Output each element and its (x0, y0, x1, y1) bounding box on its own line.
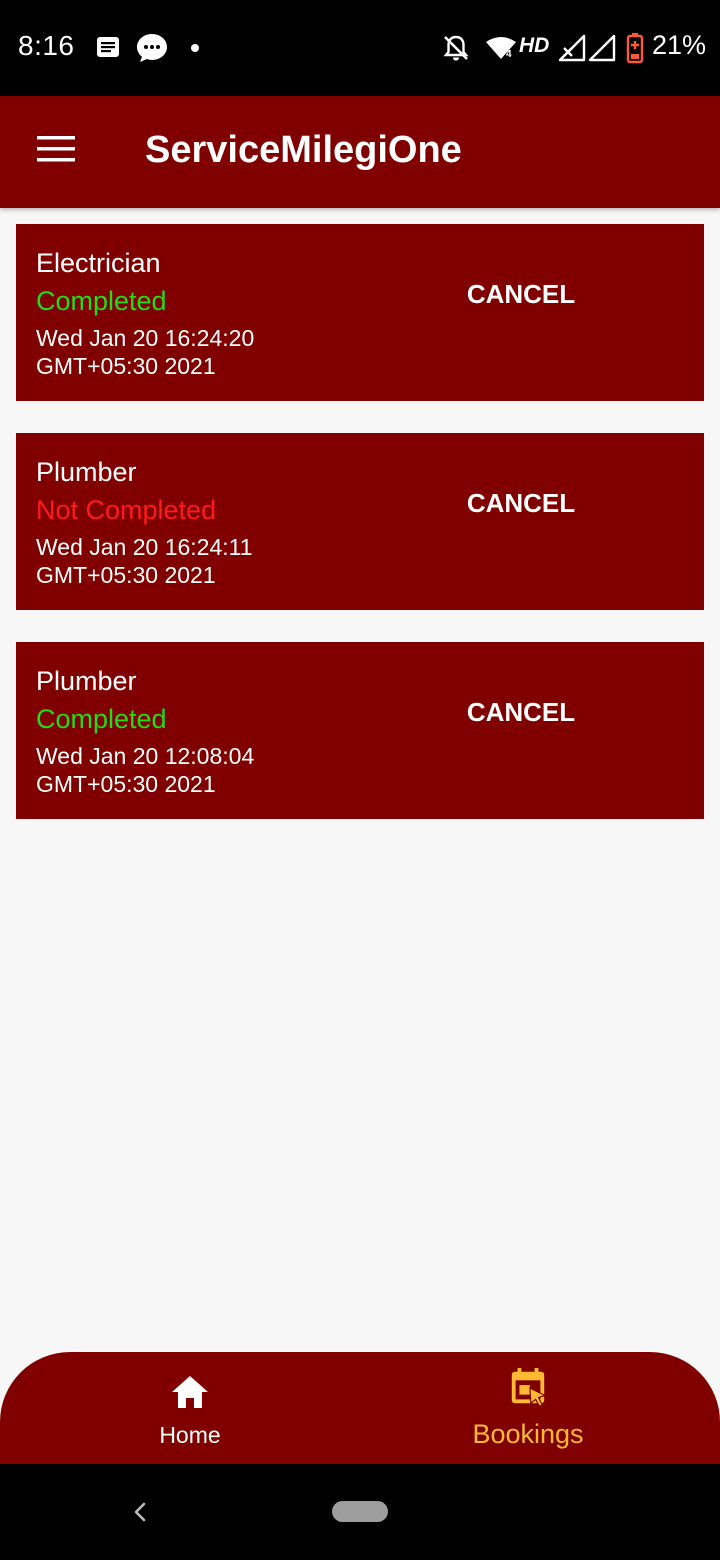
network-type-label: HD (519, 34, 550, 57)
chat-icon (137, 34, 167, 62)
app-bar: ServiceMilegiOne (0, 96, 720, 208)
status-bar: 8:16 4 HD 21% (0, 0, 720, 96)
hamburger-menu-icon[interactable] (36, 134, 76, 164)
booking-service: Plumber (36, 666, 137, 696)
booking-date-line: GMT+05:30 2021 (36, 353, 216, 379)
booking-status: Not Completed (36, 495, 217, 525)
nav-item-home[interactable]: Home (70, 1352, 310, 1464)
calendar-icon (511, 1367, 547, 1407)
booking-date-line: GMT+05:30 2021 (36, 562, 216, 588)
booking-service: Electrician (36, 248, 161, 278)
back-icon[interactable] (128, 1496, 152, 1528)
signal-icon (588, 34, 616, 62)
booking-date: Wed Jan 20 16:24:11 GMT+05:30 2021 (36, 533, 286, 589)
notes-icon (97, 37, 119, 57)
booking-date-line: GMT+05:30 2021 (36, 771, 216, 797)
signal-icon (558, 34, 586, 62)
booking-card: Electrician Completed Wed Jan 20 16:24:2… (16, 224, 704, 401)
booking-status: Completed (36, 286, 167, 316)
wifi-icon: 4 (486, 37, 516, 60)
battery-percent: 21% (652, 30, 707, 60)
cancel-button[interactable]: CANCEL (456, 274, 586, 314)
booking-card: Plumber Not Completed Wed Jan 20 16:24:1… (16, 433, 704, 610)
home-icon (172, 1376, 208, 1408)
booking-status: Completed (36, 704, 167, 734)
dot-icon (191, 44, 199, 52)
booking-date-line: Wed Jan 20 16:24:20 (36, 325, 255, 351)
nav-label-home: Home (159, 1422, 221, 1448)
nav-item-bookings[interactable]: Bookings (408, 1352, 648, 1464)
cancel-button[interactable]: CANCEL (456, 483, 586, 523)
battery-icon (626, 33, 644, 64)
home-gesture-pill[interactable] (332, 1501, 388, 1522)
booking-card: Plumber Completed Wed Jan 20 12:08:04 GM… (16, 642, 704, 819)
booking-date-line: Wed Jan 20 16:24:11 (36, 534, 253, 560)
svg-text:4: 4 (506, 49, 512, 60)
nav-label-bookings: Bookings (472, 1419, 584, 1449)
bell-off-icon (443, 35, 469, 61)
app-title: ServiceMilegiOne (145, 129, 462, 171)
booking-date: Wed Jan 20 16:24:20 GMT+05:30 2021 (36, 324, 286, 380)
booking-service: Plumber (36, 457, 137, 487)
bottom-navigation: Home Bookings (0, 1352, 720, 1464)
cancel-button[interactable]: CANCEL (456, 692, 586, 732)
booking-date: Wed Jan 20 12:08:04 GMT+05:30 2021 (36, 742, 286, 798)
status-time: 8:16 (18, 30, 75, 61)
booking-date-line: Wed Jan 20 12:08:04 (36, 743, 255, 769)
